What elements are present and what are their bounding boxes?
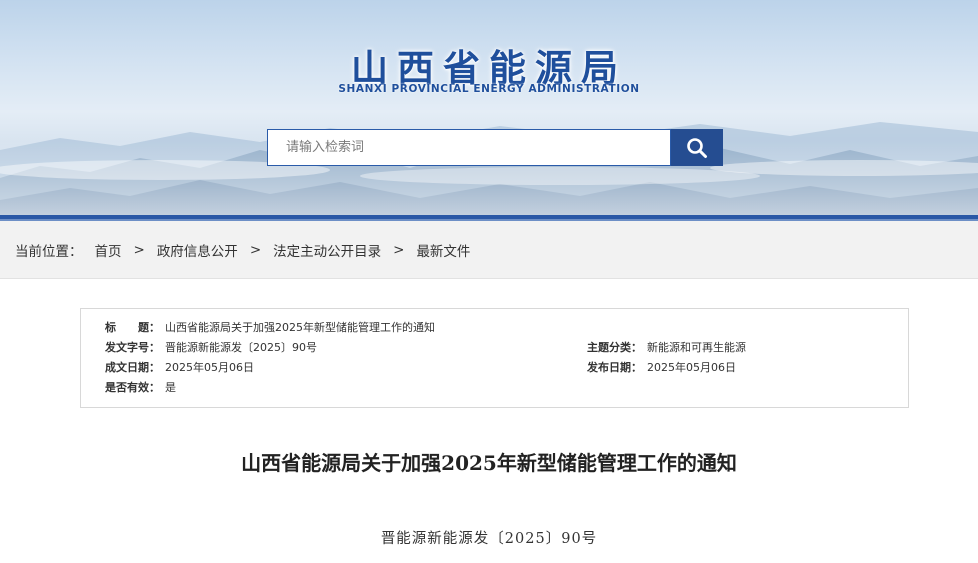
meta-topic-label: 主题分类： xyxy=(587,341,642,354)
meta-published-date-row: 发布日期： 2025年05月06日 xyxy=(587,360,736,376)
meta-doc-no-value: 晋能源新能源发〔2025〕90号 xyxy=(165,341,317,354)
meta-topic-value: 新能源和可再生能源 xyxy=(647,341,746,354)
article-title: 山西省能源局关于加强2025年新型储能管理工作的通知 xyxy=(241,451,737,475)
breadcrumb-home[interactable]: 首页 xyxy=(95,240,122,260)
search-icon xyxy=(687,137,707,158)
search-input[interactable] xyxy=(267,129,671,166)
search-bar xyxy=(267,129,723,166)
breadcrumb: 当前位置： 首页 > 政府信息公开 > 法定主动公开目录 > 最新文件 xyxy=(0,221,978,279)
breadcrumb-latest-files[interactable]: 最新文件 xyxy=(416,240,470,260)
breadcrumb-separator: > xyxy=(249,241,262,258)
site-subtitle: SHANXI PROVINCIAL ENERGY ADMINISTRATION xyxy=(338,83,640,95)
meta-validity-row: 是否有效： 是 xyxy=(105,380,176,396)
meta-published-date-label: 发布日期： xyxy=(587,361,642,374)
meta-doc-no-row: 发文字号： 晋能源新能源发〔2025〕90号 xyxy=(105,340,317,356)
mountain-scenery xyxy=(0,122,978,215)
meta-written-date-value: 2025年05月06日 xyxy=(165,361,254,374)
breadcrumb-separator: > xyxy=(133,241,145,258)
breadcrumb-catalog[interactable]: 法定主动公开目录 xyxy=(273,240,381,260)
meta-validity-label: 是否有效： xyxy=(105,381,160,394)
meta-title-value: 山西省能源局关于加强2025年新型储能管理工作的通知 xyxy=(165,321,435,334)
meta-published-date-value: 2025年05月06日 xyxy=(647,361,736,374)
article-doc-number: 晋能源新能源发〔2025〕90号 xyxy=(380,531,598,547)
meta-written-date-row: 成文日期： 2025年05月06日 xyxy=(105,360,254,376)
breadcrumb-separator: > xyxy=(393,241,405,258)
meta-written-date-label: 成文日期： xyxy=(105,361,160,374)
search-button[interactable] xyxy=(671,129,723,166)
meta-topic-row: 主题分类： 新能源和可再生能源 xyxy=(587,340,746,356)
document-meta-box: 标 题： 山西省能源局关于加强2025年新型储能管理工作的通知 发文字号： 晋能源新… xyxy=(80,308,909,408)
breadcrumb-gov-info[interactable]: 政府信息公开 xyxy=(157,240,238,260)
meta-title-row: 标 题： 山西省能源局关于加强2025年新型储能管理工作的通知 xyxy=(105,320,435,336)
breadcrumb-prefix: 当前位置： xyxy=(15,243,83,260)
meta-doc-no-label: 发文字号： xyxy=(105,341,160,354)
meta-validity-value: 是 xyxy=(165,381,176,394)
meta-title-label: 标 题： xyxy=(105,321,160,334)
site-header-banner: 山西省能源局 SHANXI PROVINCIAL ENERGY ADMINIST… xyxy=(0,0,978,215)
